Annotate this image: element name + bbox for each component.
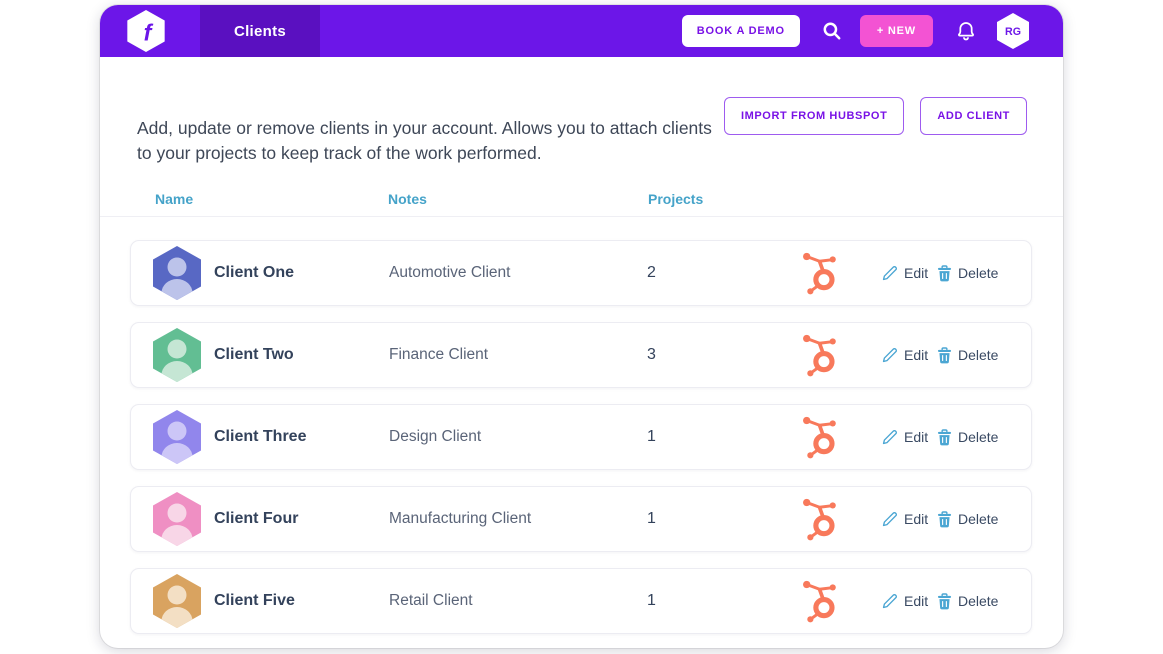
client-projects-count: 2: [647, 264, 656, 281]
table-column-headers: Name Notes Projects: [100, 191, 1063, 211]
table-row[interactable]: Client Three Design Client 1 Edit Delete: [130, 404, 1032, 470]
client-notes: Manufacturing Client: [389, 510, 532, 527]
hubspot-icon[interactable]: [797, 487, 845, 551]
client-avatar-hexagon-icon: [153, 492, 201, 546]
pencil-icon: [882, 265, 898, 280]
client-table: Client One Automotive Client 2 Edit Dele…: [130, 240, 1032, 648]
column-header-notes[interactable]: Notes: [388, 191, 427, 207]
client-notes: Automotive Client: [389, 264, 511, 281]
topbar-actions: BOOK A DEMO + NEW RG: [681, 5, 1029, 57]
delete-button[interactable]: Delete: [937, 569, 998, 633]
trash-icon: [937, 264, 952, 281]
client-name: Client Three: [214, 428, 307, 445]
edit-label: Edit: [904, 347, 929, 363]
edit-button[interactable]: Edit: [881, 487, 928, 551]
notifications-bell-icon[interactable]: [955, 20, 977, 43]
hubspot-icon[interactable]: [797, 405, 845, 469]
trash-icon: [937, 428, 952, 445]
table-row[interactable]: Client Five Retail Client 1 Edit Delete: [130, 568, 1032, 634]
client-projects-count: 1: [647, 510, 656, 527]
client-notes: Design Client: [389, 428, 482, 445]
table-row[interactable]: Client Two Finance Client 3 Edit Delete: [130, 322, 1032, 388]
import-from-hubspot-button[interactable]: IMPORT FROM HUBSPOT: [723, 97, 905, 135]
user-avatar[interactable]: RG: [997, 13, 1029, 49]
client-name: Client Two: [214, 346, 294, 363]
edit-button[interactable]: Edit: [881, 323, 928, 387]
delete-button[interactable]: Delete: [937, 405, 998, 469]
delete-label: Delete: [958, 347, 999, 363]
hubspot-icon[interactable]: [797, 323, 845, 387]
top-navigation-bar: f Clients BOOK A DEMO + NEW RG: [100, 5, 1063, 57]
trash-icon: [937, 510, 952, 527]
client-avatar-hexagon-icon: [153, 574, 201, 628]
delete-button[interactable]: Delete: [937, 323, 998, 387]
client-notes: Retail Client: [389, 592, 473, 609]
client-projects-count: 1: [647, 428, 656, 445]
add-client-button[interactable]: ADD CLIENT: [920, 97, 1027, 135]
edit-label: Edit: [904, 265, 929, 281]
user-initials: RG: [1005, 26, 1021, 38]
client-avatar-hexagon-icon: [153, 328, 201, 382]
header-divider: [100, 216, 1063, 217]
search-icon[interactable]: [822, 21, 842, 41]
column-header-projects[interactable]: Projects: [648, 191, 703, 207]
pencil-icon: [882, 347, 898, 362]
edit-label: Edit: [904, 429, 929, 445]
hubspot-icon[interactable]: [797, 569, 845, 633]
edit-button[interactable]: Edit: [881, 405, 928, 469]
client-projects-count: 3: [647, 346, 656, 363]
client-avatar-hexagon-icon: [153, 410, 201, 464]
delete-button[interactable]: Delete: [937, 241, 998, 305]
new-button[interactable]: + NEW: [859, 15, 933, 47]
page-actions: IMPORT FROM HUBSPOT ADD CLIENT: [723, 97, 1027, 135]
delete-label: Delete: [958, 593, 999, 609]
delete-label: Delete: [958, 511, 999, 527]
table-row[interactable]: Client Four Manufacturing Client 1 Edit …: [130, 486, 1032, 552]
hubspot-icon[interactable]: [797, 241, 845, 305]
pencil-icon: [882, 593, 898, 608]
pencil-icon: [882, 511, 898, 526]
edit-button[interactable]: Edit: [881, 569, 928, 633]
brand-logo-icon[interactable]: f: [126, 10, 166, 52]
client-name: Client One: [214, 264, 295, 281]
trash-icon: [937, 592, 952, 609]
delete-label: Delete: [958, 429, 999, 445]
client-avatar-hexagon-icon: [153, 246, 201, 300]
edit-label: Edit: [904, 593, 929, 609]
tab-clients[interactable]: Clients: [200, 5, 320, 57]
client-projects-count: 1: [647, 592, 656, 609]
edit-button[interactable]: Edit: [881, 241, 928, 305]
edit-label: Edit: [904, 511, 929, 527]
pencil-icon: [882, 429, 898, 444]
book-a-demo-button[interactable]: BOOK A DEMO: [681, 15, 800, 47]
delete-button[interactable]: Delete: [937, 487, 998, 551]
trash-icon: [937, 346, 952, 363]
client-name: Client Four: [214, 510, 299, 527]
page-description: Add, update or remove clients in your ac…: [137, 117, 712, 163]
client-notes: Finance Client: [389, 346, 489, 363]
app-window: f Clients BOOK A DEMO + NEW RG Add, upda…: [100, 5, 1063, 648]
table-row[interactable]: Client One Automotive Client 2 Edit Dele…: [130, 240, 1032, 306]
delete-label: Delete: [958, 265, 999, 281]
column-header-name[interactable]: Name: [155, 191, 193, 207]
client-name: Client Five: [214, 592, 295, 609]
